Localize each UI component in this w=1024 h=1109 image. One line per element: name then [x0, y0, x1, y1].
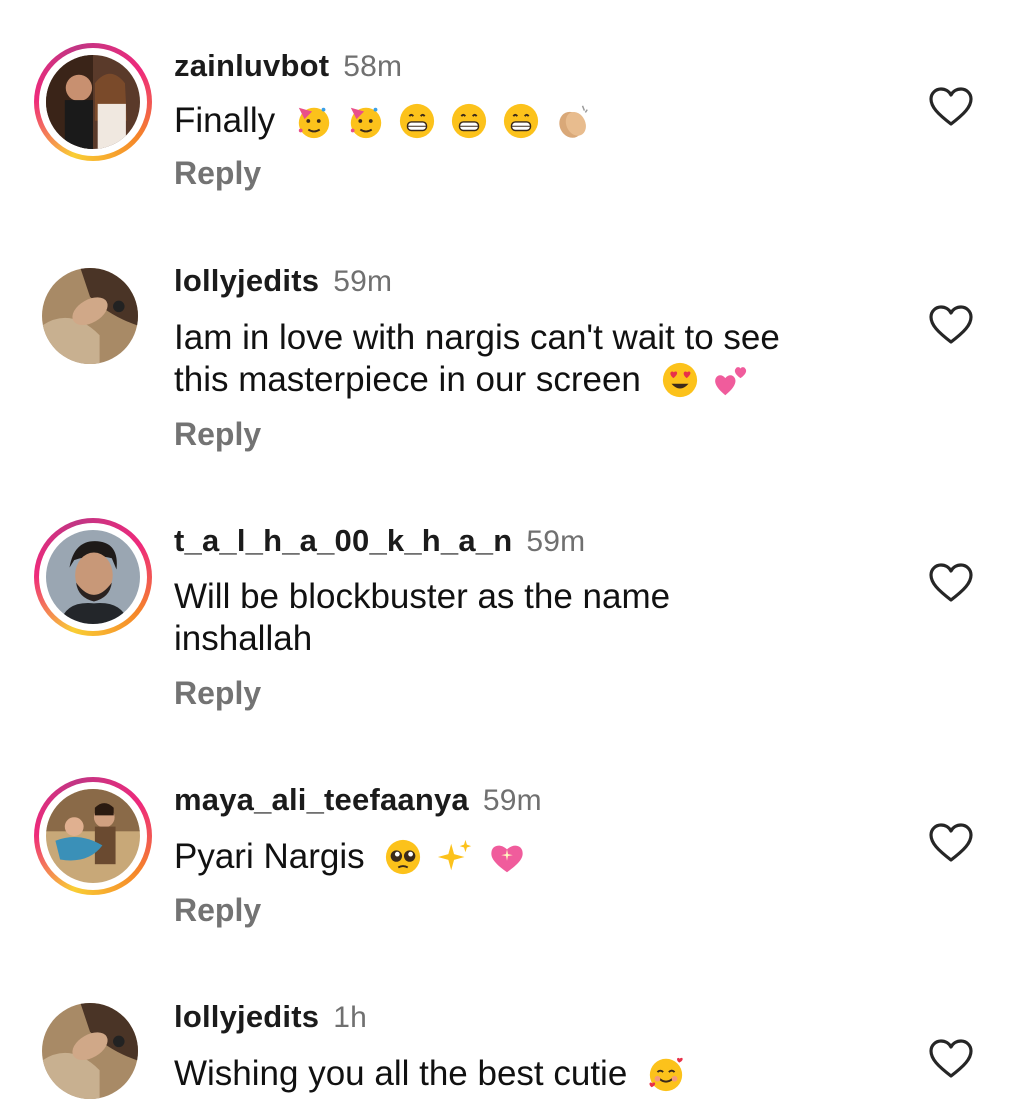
grinning-face-emoji: [451, 103, 487, 139]
like-heart-icon[interactable]: [928, 304, 974, 346]
comment-username[interactable]: lollyjedits 59m: [174, 263, 392, 299]
avatar[interactable]: [42, 268, 138, 364]
avatar-photo: [42, 1003, 138, 1099]
avatar[interactable]: [42, 1003, 138, 1099]
comment-time: 59m: [526, 525, 586, 558]
avatar[interactable]: [34, 518, 152, 636]
comment-time: 59m: [333, 265, 393, 298]
clapping-hands-emoji: [558, 105, 588, 138]
reply-button[interactable]: Reply: [174, 416, 261, 453]
comment-username[interactable]: t_a_l_h_a_00_k_h_a_n 59m: [174, 523, 585, 559]
reply-button[interactable]: Reply: [174, 675, 261, 712]
avatar[interactable]: [34, 43, 152, 161]
grinning-face-emoji: [400, 103, 435, 139]
comment-username[interactable]: maya_ali_teefaanya 59m: [174, 782, 542, 818]
avatar-photo: [42, 268, 138, 364]
pleading-face-emoji: [386, 839, 421, 875]
avatar[interactable]: [34, 777, 152, 895]
grinning-face-emoji: [503, 103, 538, 139]
like-heart-icon[interactable]: [928, 822, 974, 864]
reply-button[interactable]: Reply: [174, 155, 261, 192]
comment-text: Finally: [174, 100, 874, 142]
comment-text: Wishing you all the best cutie: [174, 1053, 874, 1095]
comment-text: Iam in love with nargis can't wait to se…: [174, 318, 780, 399]
comment-text: Will be blockbuster as the name inshalla…: [174, 577, 671, 658]
like-heart-icon[interactable]: [928, 562, 974, 604]
comment-time: 59m: [482, 784, 542, 817]
comment-time: 58m: [343, 50, 403, 83]
partying-face-emoji: [298, 107, 330, 139]
reply-button[interactable]: Reply: [174, 892, 261, 929]
comment-username[interactable]: lollyjedits 1h: [174, 999, 367, 1035]
avatar-photo: [46, 530, 140, 624]
partying-face-emoji: [350, 107, 381, 139]
sparkles-emoji: [437, 839, 472, 871]
comment-time: 1h: [333, 1001, 367, 1034]
avatar-photo: [46, 55, 140, 149]
avatar-photo: [46, 789, 140, 883]
comment-text: Pyari Nargis: [174, 836, 874, 878]
comment-username[interactable]: zainluvbot 58m: [174, 48, 402, 84]
smiling-face-with-hearts-emoji: [649, 1057, 683, 1092]
heart-eyes-emoji: [662, 362, 697, 398]
like-heart-icon[interactable]: [928, 1038, 974, 1080]
sparkling-heart-emoji: [491, 845, 523, 873]
two-hearts-emoji: [715, 367, 747, 396]
like-heart-icon[interactable]: [928, 86, 974, 128]
